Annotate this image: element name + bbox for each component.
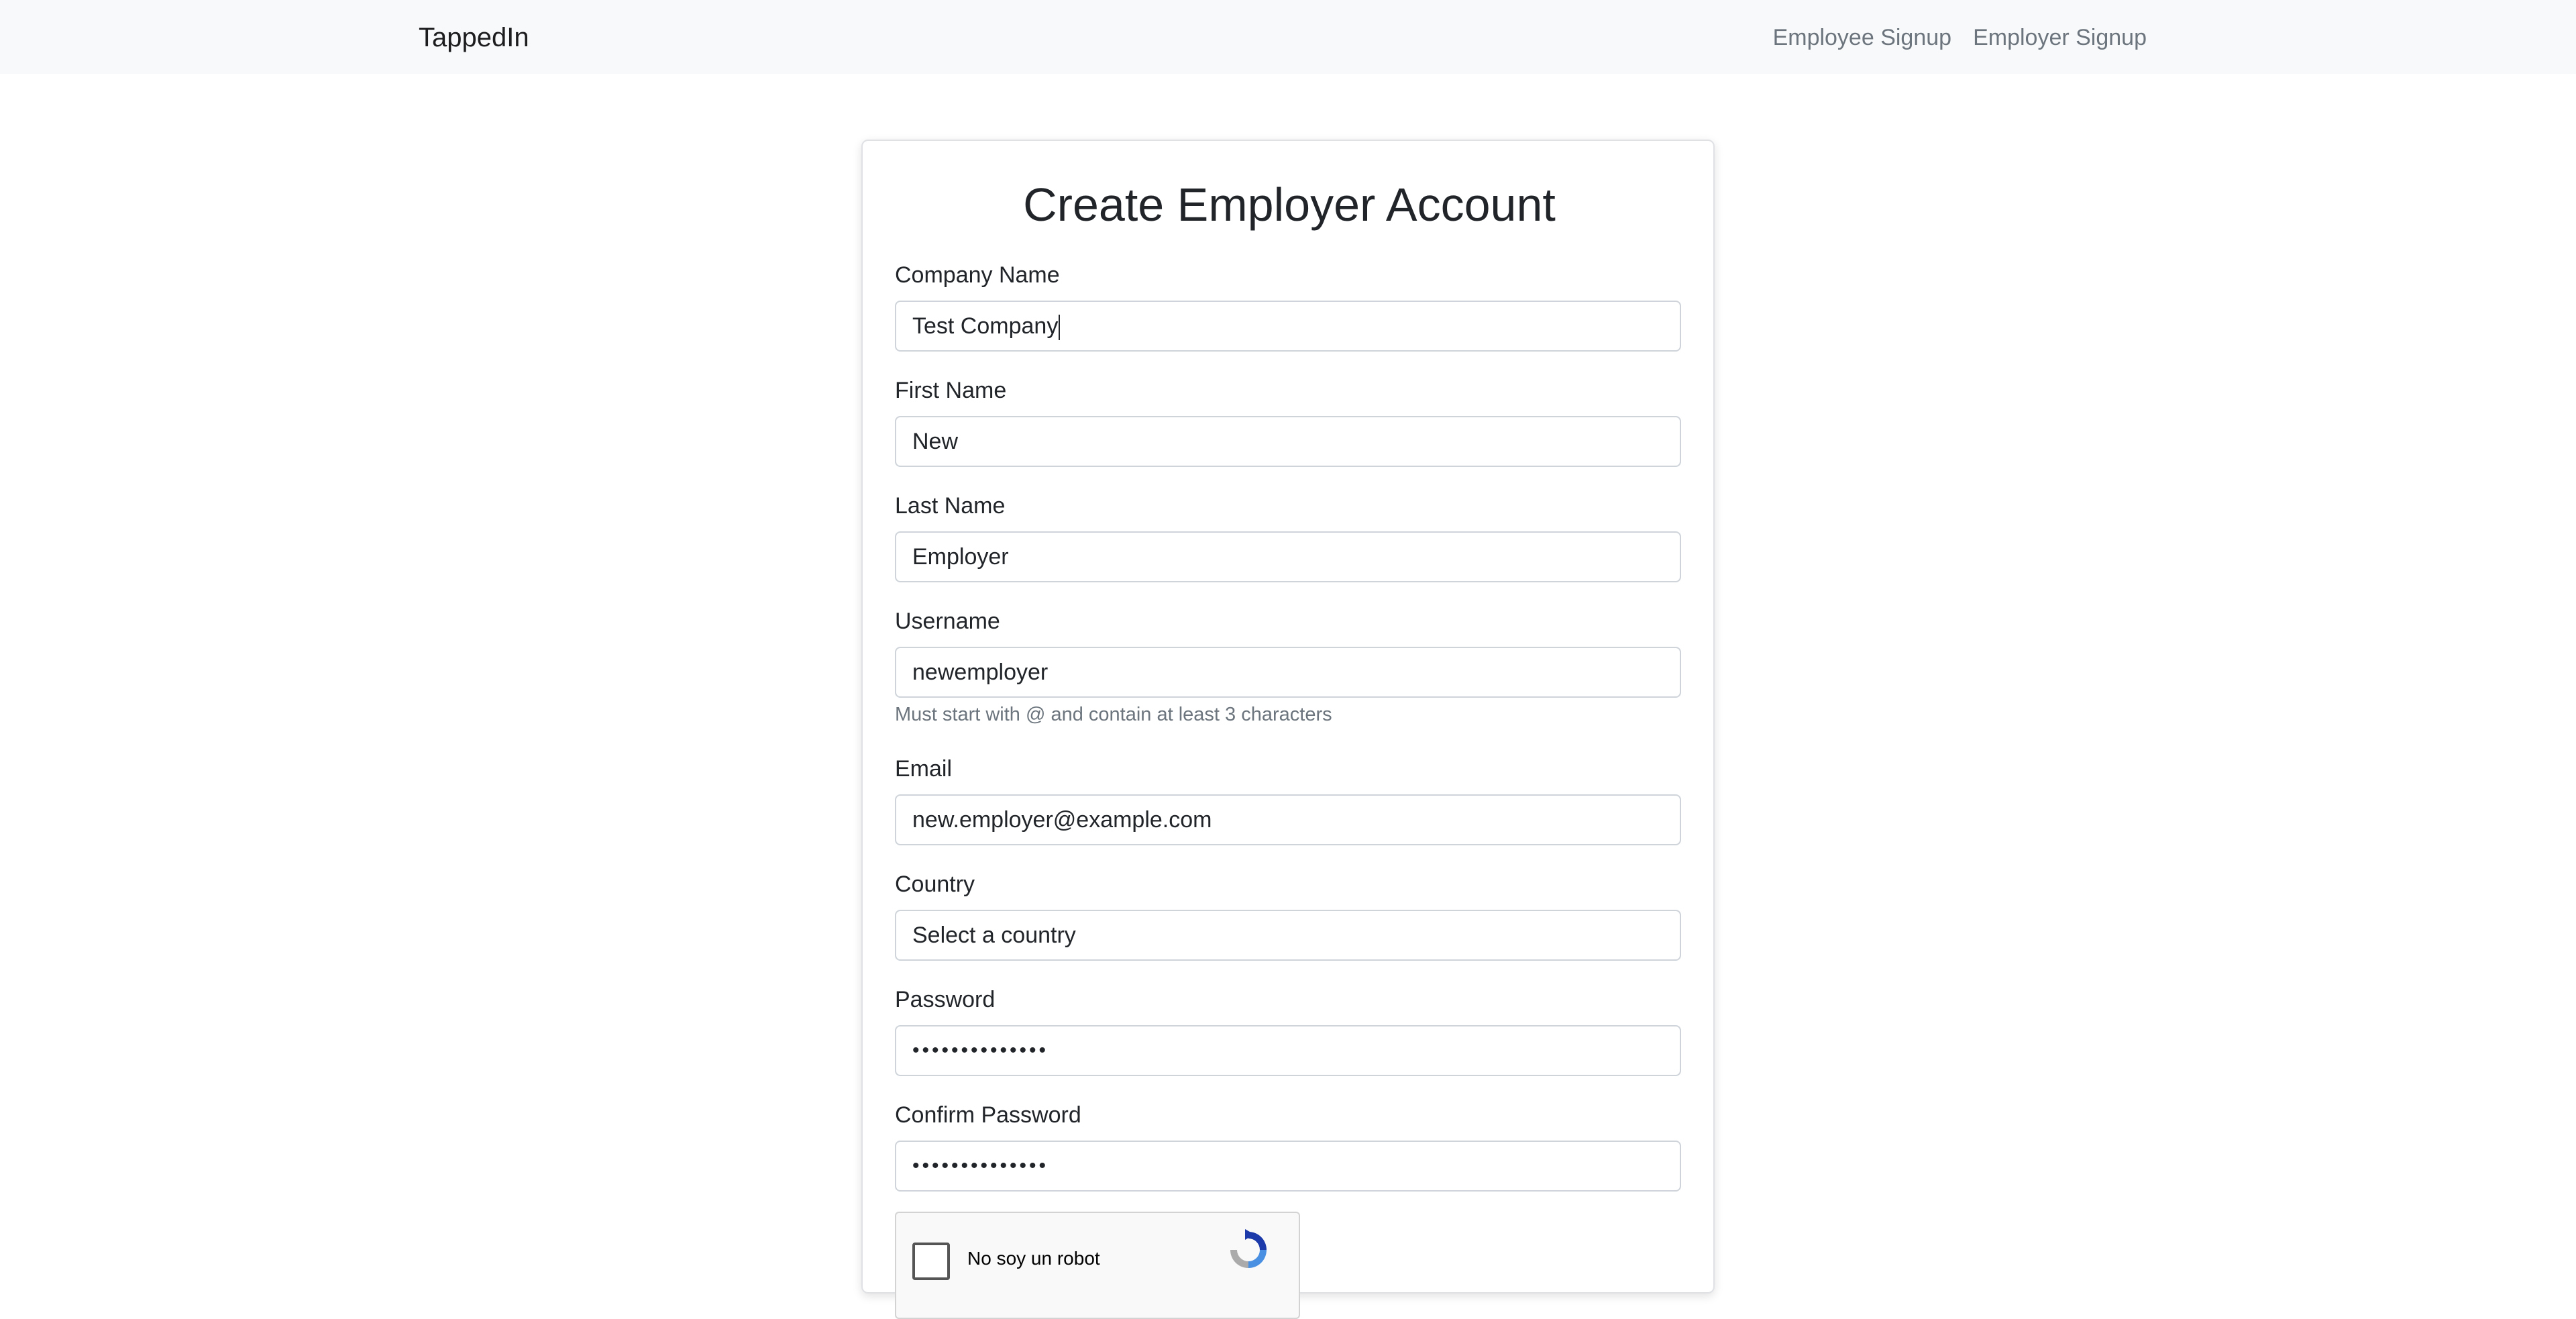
first-name-input[interactable]: New xyxy=(895,416,1681,467)
nav-employer-signup[interactable]: Employer Signup xyxy=(1973,19,2147,56)
confirm-password-label: Confirm Password xyxy=(895,1102,1081,1128)
nav-links: Employee Signup Employer Signup xyxy=(1773,19,2147,56)
top-navbar: TappedIn Employee Signup Employer Signup xyxy=(0,0,2576,74)
recaptcha-widget: No soy un robot xyxy=(895,1212,1300,1319)
username-help-text: Must start with @ and contain at least 3… xyxy=(895,704,1332,725)
country-label: Country xyxy=(895,872,975,897)
page-title: Create Employer Account xyxy=(1023,178,1556,231)
company-name-value: Test Company xyxy=(912,313,1059,339)
company-name-label: Company Name xyxy=(895,262,1060,288)
recaptcha-checkbox[interactable] xyxy=(912,1243,950,1280)
company-name-input[interactable]: Test Company xyxy=(895,301,1681,352)
country-select[interactable]: Select a country xyxy=(895,910,1681,961)
last-name-label: Last Name xyxy=(895,493,1006,519)
password-input[interactable]: •••••••••••••• xyxy=(895,1025,1681,1076)
recaptcha-label: No soy un robot xyxy=(967,1248,1100,1269)
text-caret xyxy=(1059,315,1061,341)
username-label: Username xyxy=(895,609,1000,634)
first-name-label: First Name xyxy=(895,378,1007,403)
password-label: Password xyxy=(895,987,996,1012)
brand-logo[interactable]: TappedIn xyxy=(419,19,529,56)
email-label: Email xyxy=(895,756,953,782)
email-input[interactable]: new.employer@example.com xyxy=(895,794,1681,845)
username-input[interactable]: newemployer xyxy=(895,647,1681,698)
recaptcha-logo-icon xyxy=(1230,1229,1267,1268)
signup-card: Create Employer Account Company Name Tes… xyxy=(861,140,1715,1319)
confirm-password-input[interactable]: •••••••••••••• xyxy=(895,1141,1681,1192)
nav-employee-signup[interactable]: Employee Signup xyxy=(1773,19,1952,56)
last-name-input[interactable]: Employer xyxy=(895,531,1681,582)
